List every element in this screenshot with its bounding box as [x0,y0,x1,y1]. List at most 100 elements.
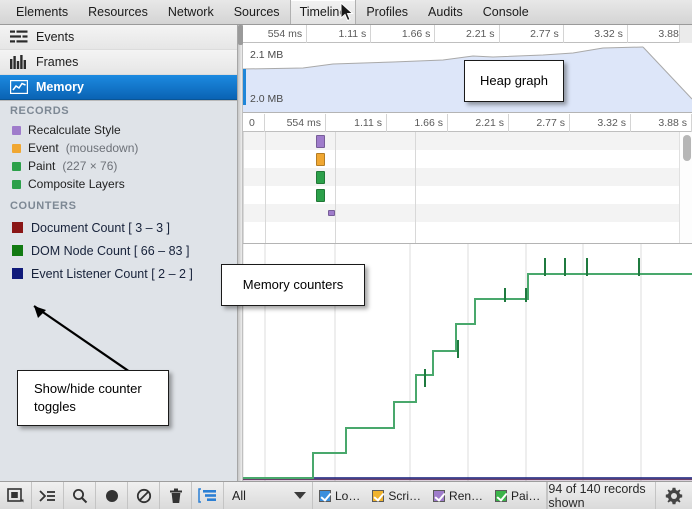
counter-toggle-swatch[interactable] [12,245,23,256]
events-icon [10,30,28,44]
category-checkbox[interactable]: Lo… [313,482,366,509]
tab-elements[interactable]: Elements [6,0,78,24]
checkbox-box[interactable] [495,490,507,502]
records-scrollbar[interactable] [679,132,692,243]
timeline-gridline [265,132,266,243]
timeline-gridline [243,132,244,243]
sidebar-item-label: Memory [36,80,84,94]
search-icon [72,488,88,504]
tab-profiles[interactable]: Profiles [356,0,418,24]
overview-ruler-tick: 554 ms [243,25,307,43]
counter-toggle-swatch[interactable] [12,222,23,233]
tab-resources[interactable]: Resources [78,0,158,24]
drawer-icon [39,489,56,503]
tab-label: Elements [16,5,68,19]
heap-max-label: 2.1 MB [250,49,283,61]
tab-console[interactable]: Console [473,0,539,24]
record-list-item[interactable]: Composite Layers [0,175,237,193]
counter-label: DOM Node Count [ 66 – 83 ] [31,244,189,258]
records-ruler-tick: 3.88 s [631,114,692,132]
records-list[interactable]: Recalculate StyleEvent (mousedown)Paint … [0,121,237,196]
category-checkbox[interactable]: Scri… [366,482,427,509]
counter-toggle-swatch[interactable] [12,268,23,279]
tab-audits[interactable]: Audits [418,0,473,24]
record-list-item[interactable]: Paint (227 × 76) [0,157,237,175]
sidebar-item-label: Events [36,30,74,44]
counter-toggle-item[interactable]: Document Count [ 3 – 3 ] [0,216,237,239]
tab-label: Sources [234,5,280,19]
filter-icon [198,488,217,503]
scrollbar-thumb[interactable] [683,135,691,161]
record-list-item[interactable]: Recalculate Style [0,121,237,139]
settings-button[interactable] [656,482,692,509]
record-detail: (mousedown) [66,141,139,155]
heap-selection-marker [243,69,246,105]
tab-label: Audits [428,5,463,19]
record-bar[interactable] [316,171,325,184]
search-button[interactable] [64,482,96,509]
records-timeline-area[interactable] [243,132,692,243]
timeline-gridline [415,132,416,243]
records-ruler-tick: 3.32 s [570,114,631,132]
record-timeline-row[interactable] [243,150,692,168]
dock-icon [7,488,24,503]
checkbox-box[interactable] [433,490,445,502]
callout-toggles-line1: Show/hide counter [34,380,142,398]
checkbox-label: Pai… [511,489,540,503]
record-label: Recalculate Style [28,195,121,196]
bottom-toolbar: All Lo…Scri…Ren…Pai… 94 of 140 records s… [0,481,692,509]
sidebar-item-memory[interactable]: Memory [0,75,237,100]
sidebar-item-frames[interactable]: Frames [0,50,237,75]
checkbox-box[interactable] [372,490,384,502]
record-label: Composite Layers [28,177,125,191]
trash-icon [169,488,183,504]
record-bar[interactable] [316,153,325,166]
overview-time-ruler: 554 ms1.11 s1.66 s2.21 s2.77 s3.32 s3.88… [243,25,692,43]
records-ruler-tick: 2.21 s [448,114,509,132]
record-list-item[interactable]: Event (mousedown) [0,139,237,157]
counter-label: Document Count [ 3 – 3 ] [31,221,170,235]
record-bar[interactable] [328,210,335,216]
counter-toggle-item[interactable]: DOM Node Count [ 66 – 83 ] [0,239,237,262]
heap-min-label: 2.0 MB [250,93,283,105]
record-timeline-row[interactable] [243,132,692,150]
category-checkbox[interactable]: Ren… [427,482,489,509]
clear-button[interactable] [128,482,160,509]
overview-ruler-tick: 2.77 s [500,25,564,43]
record-button[interactable] [96,482,128,509]
tab-label: Network [168,5,214,19]
record-timeline-row[interactable] [243,222,692,240]
sidebar-item-events[interactable]: Events [0,25,237,50]
record-timeline-row[interactable] [243,186,692,204]
record-bar[interactable] [316,135,325,148]
counter-label: Event Listener Count [ 2 – 2 ] [31,267,193,281]
overview-ruler-tick: 3.32 s [564,25,628,43]
tab-network[interactable]: Network [158,0,224,24]
chevron-down-icon [294,492,306,499]
checkbox-box[interactable] [319,490,331,502]
callout-memory-counters: Memory counters [221,264,365,306]
memory-icon [10,80,28,94]
record-bar[interactable] [316,189,325,202]
callout-show-hide-toggles: Show/hide counter toggles [17,370,169,426]
record-timeline-row[interactable] [243,204,692,222]
console-drawer-button[interactable] [32,482,64,509]
filter-select[interactable]: All [224,482,313,509]
records-ruler-tick: 554 ms [265,114,326,132]
category-checkbox[interactable]: Pai… [489,482,546,509]
counter-toggle-item[interactable]: Event Listener Count [ 2 – 2 ] [0,262,237,285]
record-timeline-row[interactable] [243,168,692,186]
records-ruler-tick: 1.66 s [387,114,448,132]
tab-sources[interactable]: Sources [224,0,290,24]
dock-panel-button[interactable] [0,482,32,509]
trash-button[interactable] [160,482,192,509]
record-color-swatch [12,180,21,189]
record-circle-icon [104,488,120,504]
records-section-header: RECORDS [0,101,237,121]
frames-icon [10,55,28,69]
record-color-swatch [12,162,21,171]
filter-button[interactable] [192,482,224,509]
callout-heap-graph: Heap graph [464,60,564,102]
toggles-callout-arrow [18,300,148,380]
callout-toggles-line2: toggles [34,398,76,416]
